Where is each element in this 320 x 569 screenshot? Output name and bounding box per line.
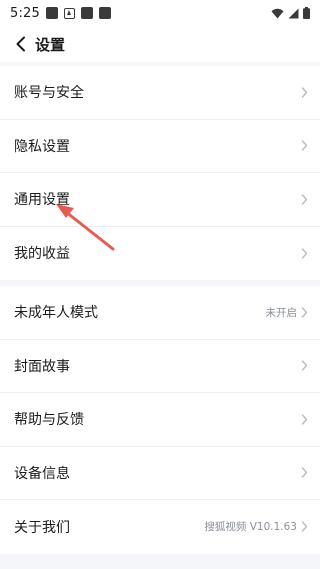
row-about-us[interactable]: 关于我们 搜狐视频 V10.1.63 — [0, 500, 320, 554]
row-right — [301, 140, 308, 151]
header: 设置 — [0, 26, 320, 62]
row-help-feedback[interactable]: 帮助与反馈 — [0, 393, 320, 447]
chevron-right-icon — [301, 467, 308, 478]
status-bar: 5:25 — [0, 0, 320, 26]
row-right — [301, 87, 308, 98]
row-right — [301, 360, 308, 371]
row-right: 未开启 — [266, 305, 309, 320]
row-account-security[interactable]: 账号与安全 — [0, 66, 320, 120]
row-cover-story[interactable]: 封面故事 — [0, 340, 320, 393]
row-label: 账号与安全 — [14, 85, 84, 102]
row-value: 搜狐视频 V10.1.63 — [204, 521, 297, 534]
row-minor-mode[interactable]: 未成年人模式 未开启 — [0, 286, 320, 340]
status-time: 5:25 — [10, 5, 40, 21]
settings-group-2: 未成年人模式 未开启 封面故事 帮助与反馈 设备信息 关于我们 搜狐视频 V10… — [0, 286, 320, 554]
row-label: 通用设置 — [14, 192, 70, 209]
status-left: 5:25 — [10, 6, 111, 21]
chevron-right-icon — [301, 194, 308, 205]
page-title: 设置 — [35, 35, 66, 54]
row-general-settings[interactable]: 通用设置 — [0, 173, 320, 227]
chevron-right-icon — [301, 248, 308, 259]
signal-icon — [288, 8, 299, 18]
row-label: 封面故事 — [14, 358, 70, 375]
notification-square-icon — [99, 7, 111, 19]
row-right: 搜狐视频 V10.1.63 — [204, 519, 308, 534]
row-value: 未开启 — [265, 306, 298, 319]
row-label: 关于我们 — [14, 519, 70, 536]
row-right — [301, 467, 308, 478]
row-right — [301, 414, 308, 425]
row-label: 设备信息 — [14, 465, 70, 482]
wifi-icon — [271, 8, 284, 18]
row-label: 帮助与反馈 — [14, 412, 84, 429]
row-right — [301, 194, 308, 205]
chevron-left-icon — [16, 36, 25, 52]
row-label: 隐私设置 — [14, 138, 70, 155]
settings-group-1: 账号与安全 隐私设置 通用设置 我的收益 — [0, 66, 320, 280]
chevron-right-icon — [301, 307, 308, 318]
chevron-right-icon — [301, 87, 308, 98]
notification-square-icon — [81, 7, 93, 19]
status-right — [271, 7, 310, 19]
notification-square-icon — [46, 7, 58, 19]
notification-app-icon — [64, 7, 75, 19]
back-button[interactable] — [8, 29, 34, 59]
chevron-right-icon — [301, 521, 308, 532]
row-my-earnings[interactable]: 我的收益 — [0, 227, 320, 281]
chevron-right-icon — [301, 414, 308, 425]
chevron-right-icon — [301, 140, 308, 151]
row-right — [301, 248, 308, 259]
chevron-right-icon — [301, 360, 308, 371]
row-device-info[interactable]: 设备信息 — [0, 447, 320, 500]
row-label: 我的收益 — [14, 246, 70, 263]
battery-icon — [303, 7, 310, 19]
row-privacy-settings[interactable]: 隐私设置 — [0, 120, 320, 173]
row-label: 未成年人模式 — [14, 305, 98, 322]
